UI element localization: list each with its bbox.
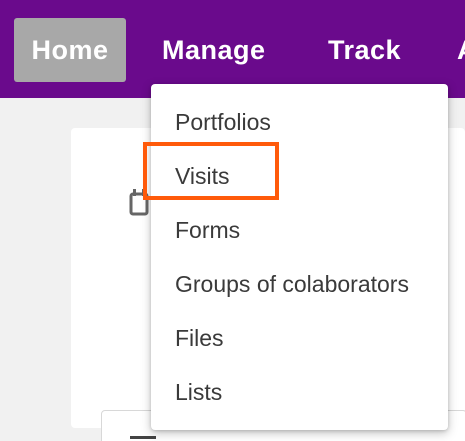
page: Home Manage Track A Portfolios Visits Fo… (0, 0, 465, 441)
nav-next-item-truncated[interactable]: A (457, 18, 465, 82)
list-icon (130, 432, 158, 441)
menu-item-lists[interactable]: Lists (175, 372, 222, 412)
nav-manage[interactable]: Manage (162, 18, 266, 82)
menu-item-forms[interactable]: Forms (175, 210, 240, 250)
calendar-icon (129, 186, 149, 226)
menu-item-portfolios[interactable]: Portfolios (175, 102, 271, 142)
nav-track[interactable]: Track (328, 18, 401, 82)
nav-home[interactable]: Home (14, 18, 126, 82)
manage-dropdown-menu: Portfolios Visits Forms Groups of colabo… (151, 84, 448, 430)
menu-item-groups-of-colaborators[interactable]: Groups of colaborators (175, 264, 409, 304)
menu-item-visits[interactable]: Visits (175, 156, 230, 196)
menu-item-files[interactable]: Files (175, 318, 224, 358)
